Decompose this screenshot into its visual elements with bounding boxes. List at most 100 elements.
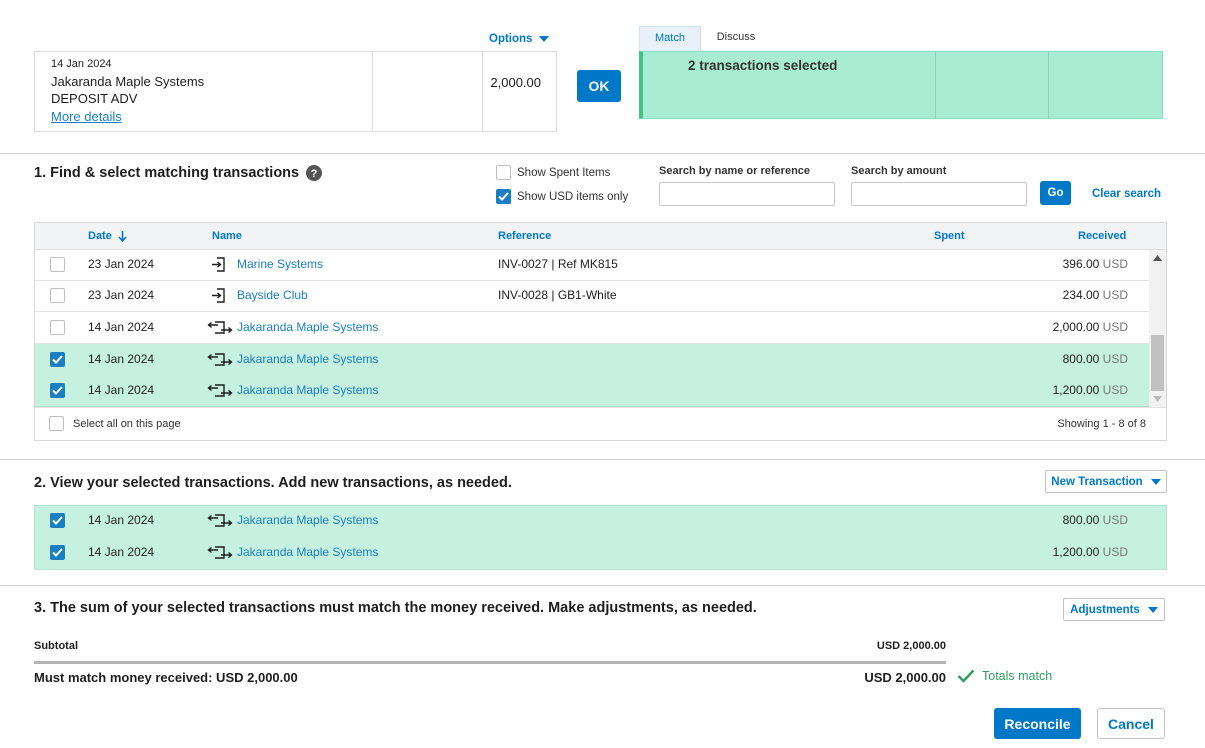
statement-description: DEPOSIT ADV (51, 91, 138, 106)
selected-row[interactable]: 14 Jan 2024 Jakaranda Maple Systems 800.… (35, 505, 1166, 537)
column-reference[interactable]: Reference (498, 223, 551, 250)
tab-match[interactable]: Match (639, 26, 701, 51)
table-row-selected[interactable]: 14 Jan 2024 Jakaranda Maple Systems 1,20… (35, 375, 1149, 407)
row-checkbox[interactable] (50, 383, 65, 398)
row-reference: INV-0027 | Ref MK815 (498, 257, 618, 271)
row-date: 14 Jan 2024 (88, 513, 155, 527)
row-checkbox[interactable] (50, 352, 65, 367)
amount-value: 234.00 (1062, 288, 1100, 302)
amount-value: 1,200.00 (1052, 383, 1100, 397)
caret-down-icon (1150, 478, 1161, 485)
column-date[interactable]: Date (88, 223, 127, 250)
must-match-label: Must match money received: USD 2,000.00 (34, 670, 298, 685)
show-spent-option[interactable]: Show Spent Items (496, 165, 610, 180)
tab-discuss[interactable]: Discuss (705, 26, 767, 51)
invoice-icon (212, 257, 225, 272)
row-name-link[interactable]: Jakaranda Maple Systems (237, 312, 378, 343)
cancel-button[interactable]: Cancel (1097, 708, 1165, 739)
section3-title: 3. The sum of your selected transactions… (34, 600, 757, 616)
transfer-icon (207, 353, 233, 366)
show-usd-label: Show USD items only (517, 190, 629, 203)
section1-title-text: 1. Find & select matching transactions (34, 165, 300, 181)
row-checkbox[interactable] (50, 545, 65, 560)
row-checkbox[interactable] (50, 257, 65, 272)
column-divider (372, 52, 373, 132)
currency-code: USD (1102, 383, 1128, 397)
row-name-link[interactable]: Bayside Club (237, 280, 308, 311)
select-all-label: Select all on this page (73, 417, 181, 430)
new-transaction-dropdown[interactable]: New Transaction (1045, 470, 1167, 493)
row-name-link[interactable]: Jakaranda Maple Systems (237, 537, 378, 568)
section1-title: 1. Find & select matching transactions ? (34, 165, 323, 181)
row-date: 14 Jan 2024 (88, 383, 155, 397)
row-checkbox[interactable] (50, 288, 65, 303)
options-dropdown[interactable]: Options (489, 31, 550, 47)
row-date: 23 Jan 2024 (88, 257, 155, 271)
show-spent-label: Show Spent Items (517, 166, 611, 179)
column-divider (935, 52, 936, 118)
scroll-up-icon[interactable] (1153, 255, 1162, 261)
row-date: 14 Jan 2024 (88, 352, 155, 366)
selected-row[interactable]: 14 Jan 2024 Jakaranda Maple Systems 1,20… (35, 537, 1166, 569)
amount-value: 2,000.00 (1052, 320, 1100, 334)
show-spent-checkbox[interactable] (496, 165, 511, 180)
reconcile-button[interactable]: Reconcile (994, 708, 1081, 739)
select-all-option[interactable]: Select all on this page (49, 416, 181, 431)
column-spent[interactable]: Spent (934, 223, 965, 250)
statement-date: 14 Jan 2024 (51, 58, 112, 70)
sort-down-icon (118, 231, 127, 242)
table-row[interactable]: 14 Jan 2024 Jakaranda Maple Systems 2,00… (35, 312, 1149, 344)
selected-count-text: 2 transactions selected (688, 58, 838, 73)
row-amount: 800.00 USD (1063, 505, 1128, 536)
transfer-icon (207, 546, 233, 559)
check-icon (52, 548, 63, 557)
go-button[interactable]: Go (1040, 181, 1071, 205)
table-header: Date Name Reference Spent Received (35, 223, 1166, 250)
table-row[interactable]: 23 Jan 2024 Bayside Club INV-0028 | GB1-… (35, 280, 1149, 312)
row-name-link[interactable]: Jakaranda Maple Systems (237, 375, 378, 406)
transfer-icon (207, 514, 233, 527)
row-checkbox[interactable] (50, 513, 65, 528)
column-divider (1048, 52, 1049, 118)
amount-value: 396.00 (1062, 257, 1100, 271)
row-amount: 396.00 USD (1063, 249, 1128, 280)
search-amount-input[interactable] (851, 182, 1027, 206)
row-name-link[interactable]: Marine Systems (237, 249, 323, 280)
row-name-link[interactable]: Jakaranda Maple Systems (237, 344, 378, 375)
column-received[interactable]: Received (1078, 223, 1126, 250)
check-icon (498, 192, 509, 201)
invoice-icon (212, 288, 225, 303)
options-label: Options (489, 33, 533, 45)
show-usd-option[interactable]: Show USD items only (496, 189, 628, 204)
row-date: 14 Jan 2024 (88, 320, 155, 334)
row-date: 14 Jan 2024 (88, 545, 155, 559)
totals-match-label: Totals match (982, 669, 1053, 683)
currency-code: USD (1102, 257, 1128, 271)
caret-down-icon (539, 36, 550, 42)
adjustments-label: Adjustments (1070, 603, 1140, 616)
show-usd-checkbox[interactable] (496, 189, 511, 204)
statement-line-card: 14 Jan 2024 Jakaranda Maple Systems DEPO… (34, 51, 557, 132)
adjustments-dropdown[interactable]: Adjustments (1063, 598, 1165, 621)
search-name-input[interactable] (659, 182, 835, 206)
check-icon (52, 516, 63, 525)
table-row[interactable]: 23 Jan 2024 Marine Systems INV-0027 | Re… (35, 249, 1149, 281)
transfer-icon (207, 321, 233, 334)
clear-search-link[interactable]: Clear search (1092, 188, 1161, 200)
total-divider (34, 661, 946, 664)
more-details-link[interactable]: More details (51, 109, 122, 124)
column-name[interactable]: Name (212, 223, 242, 250)
row-name-link[interactable]: Jakaranda Maple Systems (237, 505, 378, 536)
ok-button[interactable]: OK (577, 70, 621, 102)
scrollbar-thumb[interactable] (1151, 335, 1164, 391)
help-icon[interactable]: ? (306, 165, 323, 181)
match-panel: 2 transactions selected (639, 51, 1163, 119)
statement-payee: Jakaranda Maple Systems (51, 74, 205, 89)
table-footer-divider (35, 407, 1166, 408)
select-all-checkbox[interactable] (49, 416, 64, 431)
statement-amount: 2,000.00 (490, 75, 541, 90)
table-row-selected[interactable]: 14 Jan 2024 Jakaranda Maple Systems 800.… (35, 344, 1149, 376)
row-checkbox[interactable] (50, 320, 65, 335)
amount-value: 800.00 (1062, 352, 1100, 366)
scroll-down-icon[interactable] (1153, 396, 1162, 402)
